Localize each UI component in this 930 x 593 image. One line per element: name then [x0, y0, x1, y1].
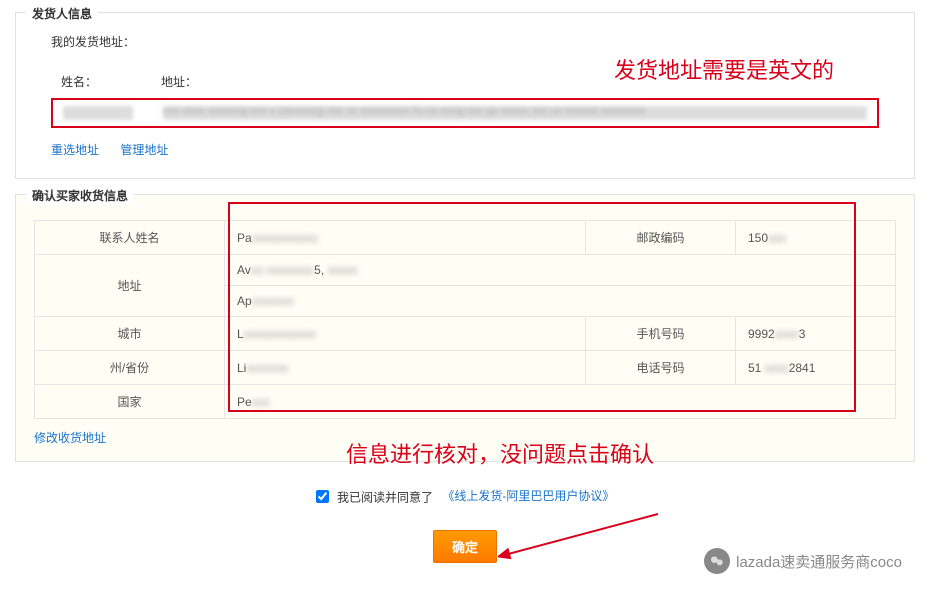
annotation-shipper: 发货地址需要是英文的 — [614, 53, 834, 85]
manage-address-link[interactable]: 管理地址 — [120, 143, 168, 157]
shipper-section-title: 发货人信息 — [26, 5, 98, 22]
label-city: 城市 — [35, 317, 225, 351]
table-row: 联系人姓名 Paxxxxxxxxxxx 邮政编码 150xxx — [35, 221, 896, 255]
value-state: Lixxxxxxx — [225, 351, 586, 385]
modify-address-link[interactable]: 修改收货地址 — [34, 429, 106, 446]
confirm-button[interactable]: 确定 — [433, 530, 497, 563]
annotation-buyer: 信息进行核对，没问题点击确认 — [346, 437, 654, 469]
agreement-link[interactable]: 《线上发货-阿里巴巴用户协议》 — [442, 489, 614, 503]
table-row: 地址 Avxx xxxxxxxx5, xxxxx — [35, 255, 896, 286]
value-contact: Paxxxxxxxxxxx — [225, 221, 586, 255]
value-addr2: Apxxxxxxx — [225, 286, 896, 317]
table-row: 城市 Lxxxxxxxxxxxx 手机号码 9992xxxx3 — [35, 317, 896, 351]
wechat-text: lazada速卖通服务商coco — [736, 551, 902, 572]
value-phone: 51 xxxx2841 — [736, 351, 896, 385]
value-addr1: Avxx xxxxxxxx5, xxxxx — [225, 255, 896, 286]
label-mobile: 手机号码 — [586, 317, 736, 351]
label-country: 国家 — [35, 385, 225, 419]
label-address: 地址 — [35, 255, 225, 317]
footer-area: 我已阅读并同意了 《线上发货-阿里巴巴用户协议》 确定 lazada速卖通服务商… — [0, 477, 930, 593]
shipper-info-section: 发货人信息 我的发货地址： 姓名： 地址： 重选地址 管理地址 发货地址需要是英… — [15, 12, 915, 179]
shipper-address-blurred — [163, 106, 867, 120]
buyer-info-table: 联系人姓名 Paxxxxxxxxxxx 邮政编码 150xxx 地址 Avxx … — [34, 220, 896, 419]
value-country: Pexxx — [225, 385, 896, 419]
header-name: 姓名： — [61, 73, 161, 90]
reselect-address-link[interactable]: 重选地址 — [51, 143, 99, 157]
wechat-icon — [704, 548, 730, 574]
shipper-name-blurred — [63, 106, 133, 120]
agreement-row: 我已阅读并同意了 《线上发货-阿里巴巴用户协议》 — [0, 487, 930, 505]
value-zip: 150xxx — [736, 221, 896, 255]
my-address-label: 我的发货地址： — [51, 33, 879, 50]
value-mobile: 9992xxxx3 — [736, 317, 896, 351]
buyer-section-title: 确认买家收货信息 — [26, 187, 134, 204]
agreement-checkbox[interactable] — [316, 490, 329, 503]
buyer-table-wrap: 联系人姓名 Paxxxxxxxxxxx 邮政编码 150xxx 地址 Avxx … — [34, 220, 896, 419]
arrow-annotation-icon — [498, 509, 668, 569]
value-city: Lxxxxxxxxxxxx — [225, 317, 586, 351]
label-state: 州/省份 — [35, 351, 225, 385]
table-row: 国家 Pexxx — [35, 385, 896, 419]
label-zip: 邮政编码 — [586, 221, 736, 255]
buyer-info-section: 确认买家收货信息 联系人姓名 Paxxxxxxxxxxx 邮政编码 150xxx… — [15, 194, 915, 462]
address-row-highlighted[interactable] — [51, 98, 879, 128]
label-contact: 联系人姓名 — [35, 221, 225, 255]
agreement-text: 我已阅读并同意了 — [337, 490, 433, 504]
label-phone: 电话号码 — [586, 351, 736, 385]
wechat-watermark: lazada速卖通服务商coco — [696, 544, 910, 578]
table-row: 州/省份 Lixxxxxxx 电话号码 51 xxxx2841 — [35, 351, 896, 385]
address-action-links: 重选地址 管理地址 — [51, 136, 879, 163]
